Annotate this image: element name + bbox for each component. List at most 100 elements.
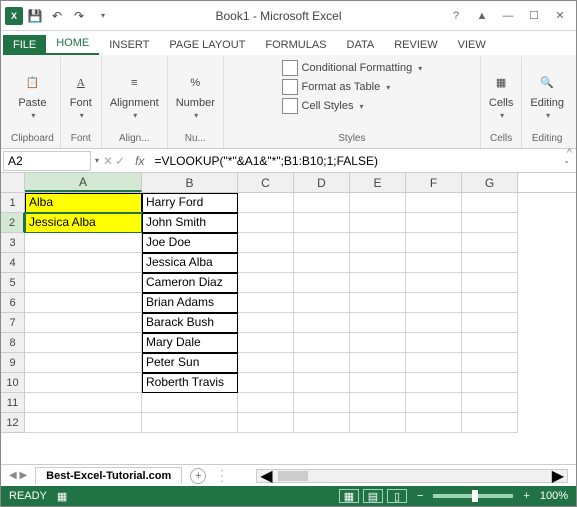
maximize-button[interactable]: ☐ <box>522 6 546 26</box>
cell-C12[interactable] <box>238 413 294 433</box>
cell-C11[interactable] <box>238 393 294 413</box>
cell-A1[interactable]: Alba <box>25 193 142 213</box>
cell-D3[interactable] <box>294 233 350 253</box>
col-header-C[interactable]: C <box>238 173 294 192</box>
row-header-6[interactable]: 6 <box>1 293 25 313</box>
cell-G9[interactable] <box>462 353 518 373</box>
row-header-9[interactable]: 9 <box>1 353 25 373</box>
row-header-2[interactable]: 2 <box>1 213 25 233</box>
page-break-button[interactable]: ▯ <box>387 489 407 503</box>
sheet-nav[interactable]: ◀ ▶ <box>9 470 27 481</box>
cell-G7[interactable] <box>462 313 518 333</box>
enter-formula-icon[interactable]: ✓ <box>115 154 125 168</box>
cell-F10[interactable] <box>406 373 462 393</box>
format-as-table-button[interactable]: Format as Table▾ <box>280 78 393 96</box>
cell-C3[interactable] <box>238 233 294 253</box>
cell-G4[interactable] <box>462 253 518 273</box>
tab-file[interactable]: FILE <box>3 35 46 55</box>
cell-B1[interactable]: Harry Ford <box>142 193 238 213</box>
cell-G6[interactable] <box>462 293 518 313</box>
redo-button[interactable]: ↷ <box>69 6 89 26</box>
cell-B5[interactable]: Cameron Diaz <box>142 273 238 293</box>
cell-A12[interactable] <box>25 413 142 433</box>
col-header-D[interactable]: D <box>294 173 350 192</box>
new-sheet-button[interactable]: + <box>190 468 206 484</box>
cell-G8[interactable] <box>462 333 518 353</box>
horizontal-scrollbar[interactable]: ◀▶ <box>256 469 568 483</box>
row-header-4[interactable]: 4 <box>1 253 25 273</box>
normal-view-button[interactable]: ▦ <box>339 489 359 503</box>
cell-F8[interactable] <box>406 333 462 353</box>
cell-B3[interactable]: Joe Doe <box>142 233 238 253</box>
cell-F12[interactable] <box>406 413 462 433</box>
row-header-7[interactable]: 7 <box>1 313 25 333</box>
cell-C4[interactable] <box>238 253 294 273</box>
cell-E1[interactable] <box>350 193 406 213</box>
editing-button[interactable]: 🔍 Editing ▾ <box>528 69 566 122</box>
row-header-8[interactable]: 8 <box>1 333 25 353</box>
cell-E7[interactable] <box>350 313 406 333</box>
row-header-5[interactable]: 5 <box>1 273 25 293</box>
cell-F4[interactable] <box>406 253 462 273</box>
formula-input[interactable] <box>150 152 561 170</box>
zoom-in-button[interactable]: + <box>523 490 529 502</box>
cell-A4[interactable] <box>25 253 142 273</box>
cell-E11[interactable] <box>350 393 406 413</box>
tab-home[interactable]: HOME <box>46 33 99 55</box>
tab-formulas[interactable]: FORMULAS <box>255 35 336 55</box>
cell-D11[interactable] <box>294 393 350 413</box>
cell-B9[interactable]: Peter Sun <box>142 353 238 373</box>
cell-B12[interactable] <box>142 413 238 433</box>
cell-A10[interactable] <box>25 373 142 393</box>
cell-E8[interactable] <box>350 333 406 353</box>
cell-F6[interactable] <box>406 293 462 313</box>
cell-D10[interactable] <box>294 373 350 393</box>
cell-F9[interactable] <box>406 353 462 373</box>
help-button[interactable]: ? <box>444 6 468 26</box>
cell-G1[interactable] <box>462 193 518 213</box>
cell-D4[interactable] <box>294 253 350 273</box>
cell-D9[interactable] <box>294 353 350 373</box>
col-header-F[interactable]: F <box>406 173 462 192</box>
cell-G2[interactable] <box>462 213 518 233</box>
collapse-ribbon-button[interactable]: ▲ <box>470 6 494 26</box>
cell-B6[interactable]: Brian Adams <box>142 293 238 313</box>
ribbon-expand-icon[interactable]: ^ <box>567 147 572 159</box>
cell-G11[interactable] <box>462 393 518 413</box>
row-header-1[interactable]: 1 <box>1 193 25 213</box>
row-header-3[interactable]: 3 <box>1 233 25 253</box>
tab-data[interactable]: DATA <box>337 35 385 55</box>
row-header-11[interactable]: 11 <box>1 393 25 413</box>
cell-A11[interactable] <box>25 393 142 413</box>
cell-A3[interactable] <box>25 233 142 253</box>
zoom-slider[interactable] <box>433 494 513 498</box>
cell-B10[interactable]: Roberth Travis <box>142 373 238 393</box>
cell-D8[interactable] <box>294 333 350 353</box>
cell-A7[interactable] <box>25 313 142 333</box>
cell-F1[interactable] <box>406 193 462 213</box>
cell-C8[interactable] <box>238 333 294 353</box>
cell-B7[interactable]: Barack Bush <box>142 313 238 333</box>
close-button[interactable]: ✕ <box>548 6 572 26</box>
cell-C9[interactable] <box>238 353 294 373</box>
page-layout-button[interactable]: ▤ <box>363 489 383 503</box>
zoom-out-button[interactable]: − <box>417 490 423 502</box>
name-box[interactable] <box>3 151 91 171</box>
cell-D6[interactable] <box>294 293 350 313</box>
cell-C1[interactable] <box>238 193 294 213</box>
cell-G10[interactable] <box>462 373 518 393</box>
cell-E6[interactable] <box>350 293 406 313</box>
cell-A9[interactable] <box>25 353 142 373</box>
number-button[interactable]: % Number ▾ <box>174 69 217 122</box>
cell-E9[interactable] <box>350 353 406 373</box>
cell-E3[interactable] <box>350 233 406 253</box>
fx-icon[interactable]: fx <box>129 154 150 168</box>
qat-dropdown[interactable]: ▾ <box>93 6 113 26</box>
cell-styles-button[interactable]: Cell Styles▾ <box>280 97 366 115</box>
cell-C7[interactable] <box>238 313 294 333</box>
cell-F11[interactable] <box>406 393 462 413</box>
cell-D7[interactable] <box>294 313 350 333</box>
cell-C6[interactable] <box>238 293 294 313</box>
cell-B4[interactable]: Jessica Alba <box>142 253 238 273</box>
cell-B11[interactable] <box>142 393 238 413</box>
